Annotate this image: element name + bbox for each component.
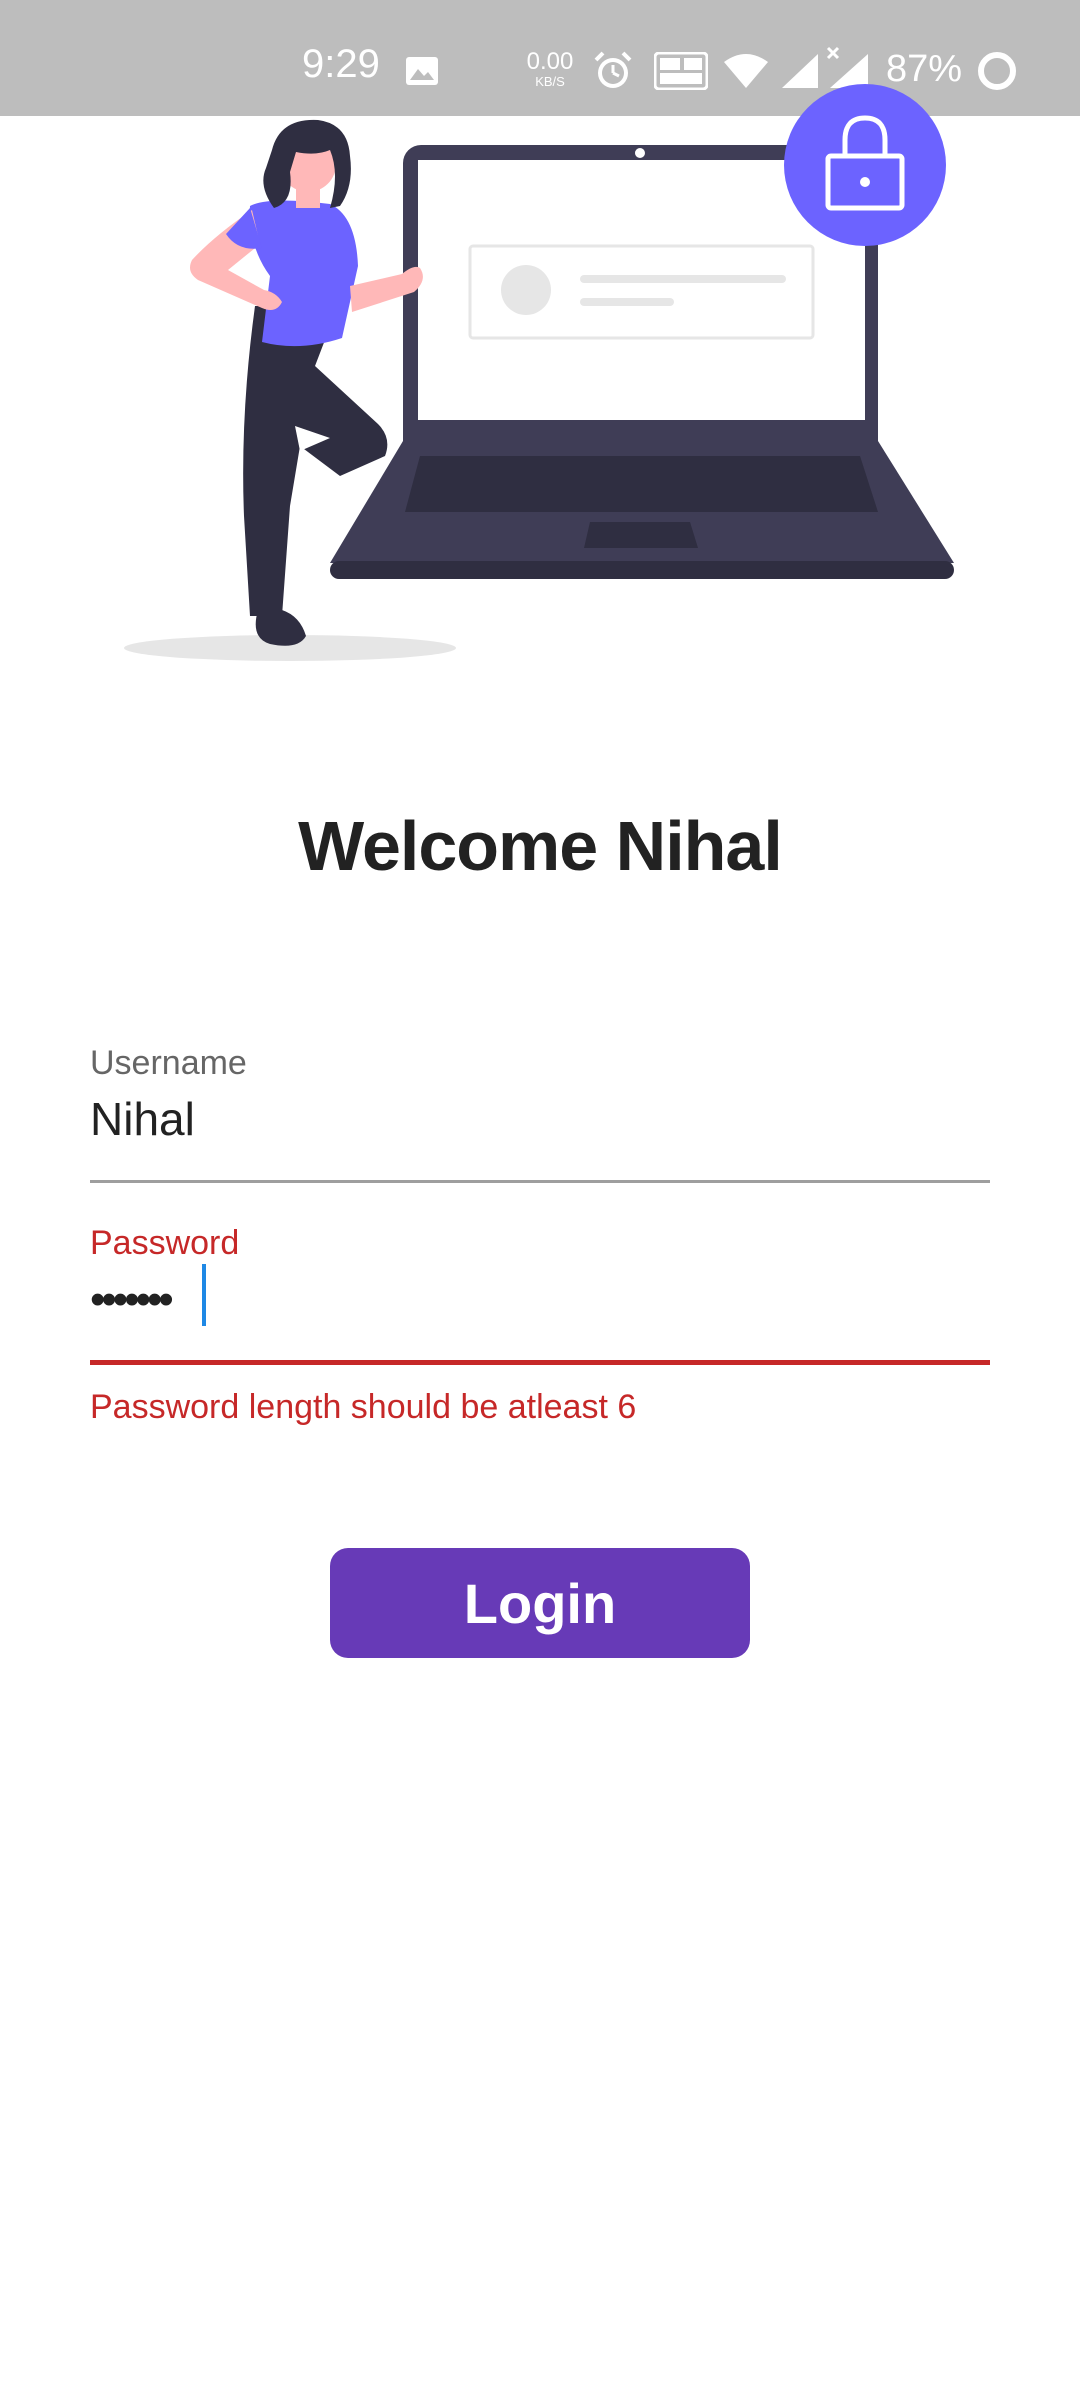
network-speed-indicator: 0.00 KB/S [522, 48, 578, 89]
username-label: Username [90, 1044, 247, 1082]
battery-icon [978, 52, 1016, 90]
lock-icon [825, 115, 905, 211]
image-icon [406, 57, 438, 85]
password-input[interactable]: ••••••• [90, 1278, 174, 1322]
network-speed-value: 0.00 [526, 48, 574, 75]
password-underline [90, 1360, 990, 1365]
alarm-icon [594, 51, 632, 88]
password-label: Password [90, 1224, 240, 1262]
password-field[interactable]: Password ••••••• [90, 1226, 990, 1366]
volte-icon [654, 52, 708, 90]
text-cursor [202, 1264, 206, 1326]
battery-percentage: 87% [886, 48, 963, 90]
lock-badge [784, 84, 946, 246]
status-time: 9:29 [302, 42, 380, 86]
username-input[interactable]: Nihal [90, 1096, 195, 1142]
password-error-message: Password length should be atleast 6 [90, 1388, 637, 1426]
username-field[interactable]: Username Nihal [90, 1046, 990, 1186]
wifi-icon [724, 54, 768, 88]
username-underline [90, 1180, 990, 1183]
welcome-title: Welcome Nihal [298, 807, 783, 885]
network-speed-unit: KB/S [535, 74, 565, 89]
login-button[interactable]: Login [330, 1548, 750, 1658]
